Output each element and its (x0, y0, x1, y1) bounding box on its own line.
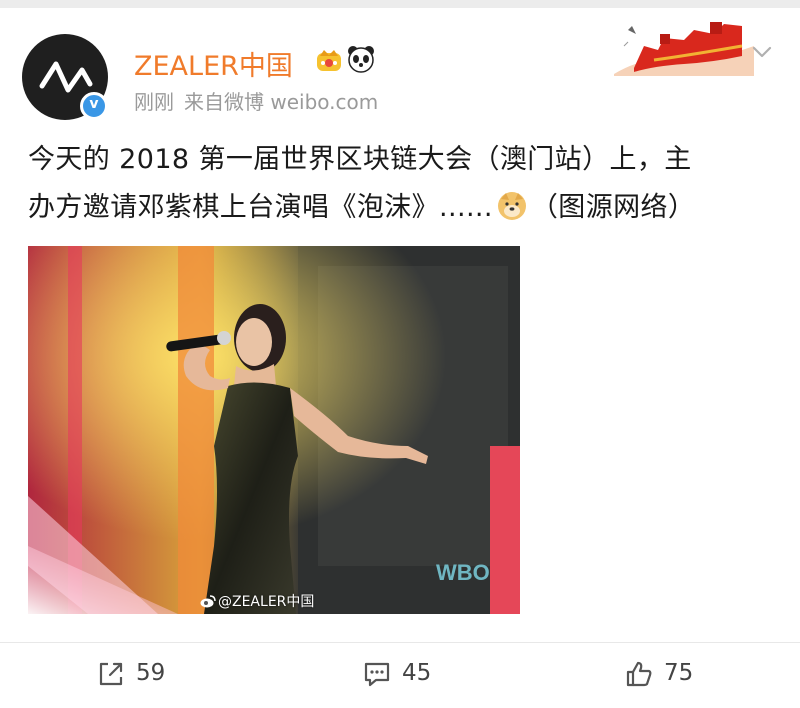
doge-emoji-icon (497, 192, 526, 220)
panda-badge-icon (348, 46, 374, 73)
username[interactable]: ZEALER中国 (134, 44, 293, 83)
comment-button[interactable]: 45 (362, 655, 452, 695)
stage-sign: WBO (436, 560, 490, 585)
share-button[interactable]: 59 (96, 655, 186, 695)
post-text: 今天的 2018 第一届世界区块链大会（澳门站）上，主 办方邀请邓紫棋上台演唱《… (28, 136, 776, 232)
action-bar-divider (0, 642, 800, 643)
top-divider-strip (0, 0, 800, 8)
comment-icon (364, 662, 390, 687)
crown-badge-icon (317, 50, 341, 71)
comment-count: 45 (402, 660, 432, 686)
post-text-line-1: 今天的 2018 第一届世界区块链大会（澳门站）上，主 (28, 144, 692, 175)
watermark-text: @ZEALER中国 (218, 594, 315, 610)
weibo-post-card: v ZEALER中国 刚刚 来自微博 weibo.com 今天的 2018 第一… (0, 0, 800, 708)
share-icon (99, 662, 123, 686)
thumbs-up-icon (626, 661, 652, 687)
post-meta: 刚刚 来自微博 weibo.com (134, 86, 378, 115)
concert-photo: WBO (28, 246, 520, 614)
like-count: 75 (664, 660, 694, 686)
post-text-line-2: 办方邀请邓紫棋上台演唱《泡沫》...... （图源网络） (28, 184, 776, 232)
like-button[interactable]: 75 (624, 655, 714, 695)
verified-badge-icon: v (80, 92, 108, 120)
chevron-down-icon[interactable] (750, 40, 774, 64)
post-source[interactable]: 来自微博 weibo.com (184, 90, 378, 114)
post-text-segment: 办方邀请邓紫棋上台演唱《泡沫》...... (28, 192, 493, 223)
great-wall-decoration-icon (614, 22, 754, 76)
post-image[interactable]: WBO (28, 246, 520, 614)
post-time: 刚刚 (134, 90, 174, 114)
post-text-segment: （图源网络） (530, 192, 696, 223)
share-count: 59 (136, 660, 166, 686)
image-watermark: @ZEALER中国 (200, 591, 314, 611)
weibo-logo-icon (200, 595, 216, 608)
